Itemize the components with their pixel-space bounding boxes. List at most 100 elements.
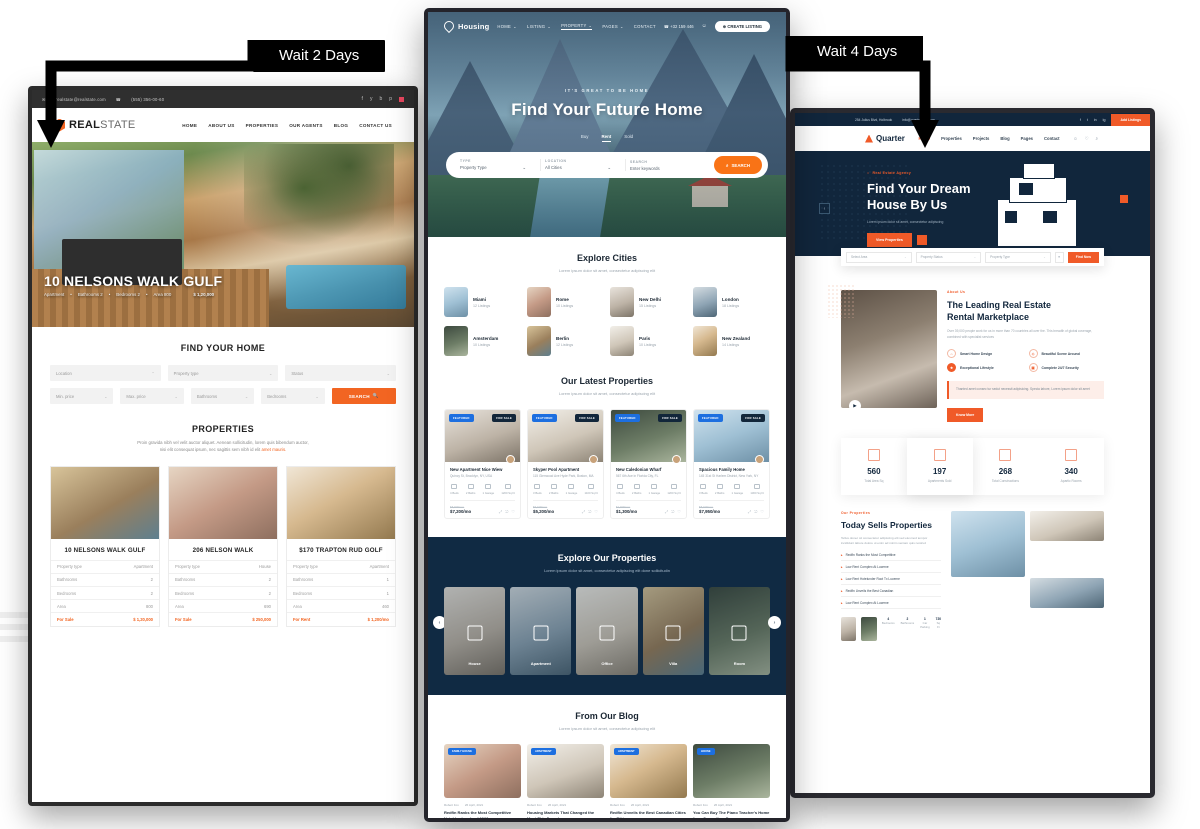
share-icon[interactable]: ⎋ [671,509,674,514]
search-icon[interactable]: ⌕ [1096,136,1098,142]
favorite-icon[interactable]: ♡ [760,509,764,514]
share-icon[interactable]: ⎋ [505,509,508,514]
property-card[interactable]: FEATURED FOR SALE New Apartment Nice Wie… [444,409,521,519]
city-item[interactable]: New Delhi 15 Listings [610,287,687,317]
filter-min-price[interactable]: Min. price ⌄ [50,388,114,404]
category-card[interactable]: Office [576,587,638,675]
city-item[interactable]: New Zealand 14 Listings [693,326,770,356]
thumbnail-image[interactable] [861,617,877,642]
city-name: New Delhi [639,296,661,302]
facebook-icon[interactable]: f [362,96,363,102]
user-icon[interactable]: ☺ [1073,136,1077,142]
user-icon[interactable]: ☺ [702,23,707,29]
filter-property-type[interactable]: Property type ⌄ [167,365,279,381]
favorite-icon[interactable]: ♡ [594,509,598,514]
twitter-icon[interactable]: t [1087,118,1088,122]
search-type-field[interactable]: TYPE Property Type ⌄ [460,159,541,171]
find-now-button[interactable]: Find Now [1067,251,1099,263]
favorite-icon[interactable]: ♡ [511,509,515,514]
category-card[interactable]: Room [708,587,771,675]
nav-home[interactable]: HOME ⌄ [497,23,517,30]
search-keyword-field[interactable]: SEARCH Enter keywords [630,160,710,171]
compare-icon[interactable]: ⤢ [499,509,502,514]
search-button[interactable]: SEARCH 🔍 [331,388,396,404]
hero-prev-button[interactable]: ‹ [819,203,830,214]
share-icon[interactable]: ⎋ [754,509,757,514]
filter-status[interactable]: Status ⌄ [285,365,397,381]
tab-rent[interactable]: Rent [601,134,612,142]
carousel-next-button[interactable]: › [768,616,781,629]
gallery-image[interactable] [951,510,1025,577]
play-icon[interactable] [916,234,927,245]
compare-icon[interactable]: ⤢ [748,509,751,514]
compare-icon[interactable]: ⤢ [582,509,585,514]
nav-contact[interactable]: CONTACT US [359,123,392,128]
compare-icon[interactable]: ⤢ [665,509,668,514]
hero-search-button[interactable]: ⌕ SEARCH [714,156,763,174]
filter-bedrooms[interactable]: Bedrooms ⌄ [261,388,325,404]
create-listing-button[interactable]: ⊕ CREATE LISTING [714,20,770,32]
share-icon[interactable]: ⎋ [588,509,591,514]
property-card[interactable]: FEATURED FOR SALE Skyper Pool Apartment … [527,409,604,519]
city-item[interactable]: Amsterdam 10 Listings [444,326,521,356]
nav-blog[interactable]: BLOG [334,123,348,128]
instagram-icon[interactable] [399,96,404,102]
property-card[interactable]: FEATURED FOR SALE New Caledonian Wharf 5… [610,409,687,519]
nav-contact[interactable]: CONTACT [634,23,656,30]
nav-contact[interactable]: Contact [1044,136,1060,141]
facebook-icon[interactable]: f [1080,118,1081,122]
filter-max-price[interactable]: Max. price ⌄ [120,388,184,404]
housing-logo[interactable]: Housing [441,18,489,34]
list-item[interactable]: ▸ Redfin Unveils the Best Canadian [841,589,941,598]
heart-icon[interactable]: ♡ [1085,136,1089,142]
city-item[interactable]: Miami 12 Listings [444,287,521,317]
property-card[interactable]: 206 NELSON WALK Property type House Bathr… [168,465,278,627]
nav-agents[interactable]: OUR AGENTS [289,123,322,128]
filter-location[interactable]: Location ⌃ [50,365,161,381]
list-item[interactable]: ▸ Low Rent Complex At Lucerne [841,565,941,574]
blog-card[interactable]: HOUSE Robert Fox 26 April, 2021 You Can B… [693,744,770,818]
favorite-icon[interactable]: ♡ [677,509,681,514]
city-item[interactable]: Berlin 12 Listings [527,326,604,356]
gallery-image[interactable] [1030,578,1104,609]
nav-pages[interactable]: PAGES ⌄ [602,23,623,30]
tab-buy[interactable]: Buy [581,134,589,142]
city-item[interactable]: London 18 Listings [693,287,770,317]
filter-property-status[interactable]: Property Status ⌄ [915,251,982,263]
filter-bathrooms[interactable]: Bathrooms ⌄ [190,388,255,404]
blog-card[interactable]: FAMILY HOUSE Robert Fox 26 April, 2021 Re… [444,744,521,818]
list-item[interactable]: ▸ Low Rent Complex At Lucerne [841,601,941,610]
twitter-icon[interactable]: y [370,96,373,102]
category-card[interactable]: House [444,587,506,675]
gallery-image[interactable] [1030,510,1104,541]
sliders-icon[interactable]: ≡ [1054,251,1064,263]
blog-card[interactable]: APARTMENT Robert Fox 26 April, 2021 Redfi… [610,744,687,818]
property-card[interactable]: 10 NELSONS WALK GULF Property type Apartm… [50,465,160,627]
add-listings-button[interactable]: Add Listings [1111,113,1150,126]
play-icon[interactable]: ▶ [849,399,861,412]
property-card[interactable]: $170 TRAPTON RUD GOLF Property type Apart… [286,465,396,627]
linkedin-icon[interactable]: in [1094,118,1097,122]
nav-property[interactable]: PROPERTY ⌄ [561,23,593,30]
tab-sold[interactable]: Sold [624,134,633,142]
thumbnail-image[interactable] [841,617,857,642]
filter-select-area[interactable]: Select Area ⌄ [846,251,912,263]
nav-listing[interactable]: LISTING ⌄ [527,23,551,30]
nav-phone[interactable]: ☎ +32 159 446 [664,24,694,29]
instagram-icon[interactable]: ig [1103,118,1106,122]
search-location-field[interactable]: LOCATION All Cities ⌄ [545,159,626,171]
list-item[interactable]: ▸ Low Rent Hotelunder Root Tx Lucerne [841,577,941,586]
city-item[interactable]: Paris 10 Listings [610,326,687,356]
category-card[interactable]: Apartment [510,587,572,675]
know-more-button[interactable]: Know More [947,407,984,422]
property-card[interactable]: FEATURED FOR SALE Spacious Family Home 1… [693,409,770,519]
blog-card[interactable]: APARTMENT Robert Fox 26 April, 2021 Housi… [527,744,604,818]
behance-icon[interactable]: b [379,96,382,102]
properties-subtitle-link[interactable]: amet mauris. [261,447,286,452]
city-item[interactable]: Rome 10 Listings [527,287,604,317]
list-item[interactable]: ▸ Redfin Ranks the Most Competitive [841,553,941,562]
filter-property-type[interactable]: Property Type ⌄ [985,251,1051,263]
category-card[interactable]: Villa [642,587,704,675]
pinterest-icon[interactable]: p [389,96,392,102]
view-properties-button[interactable]: View Properties [867,232,912,247]
